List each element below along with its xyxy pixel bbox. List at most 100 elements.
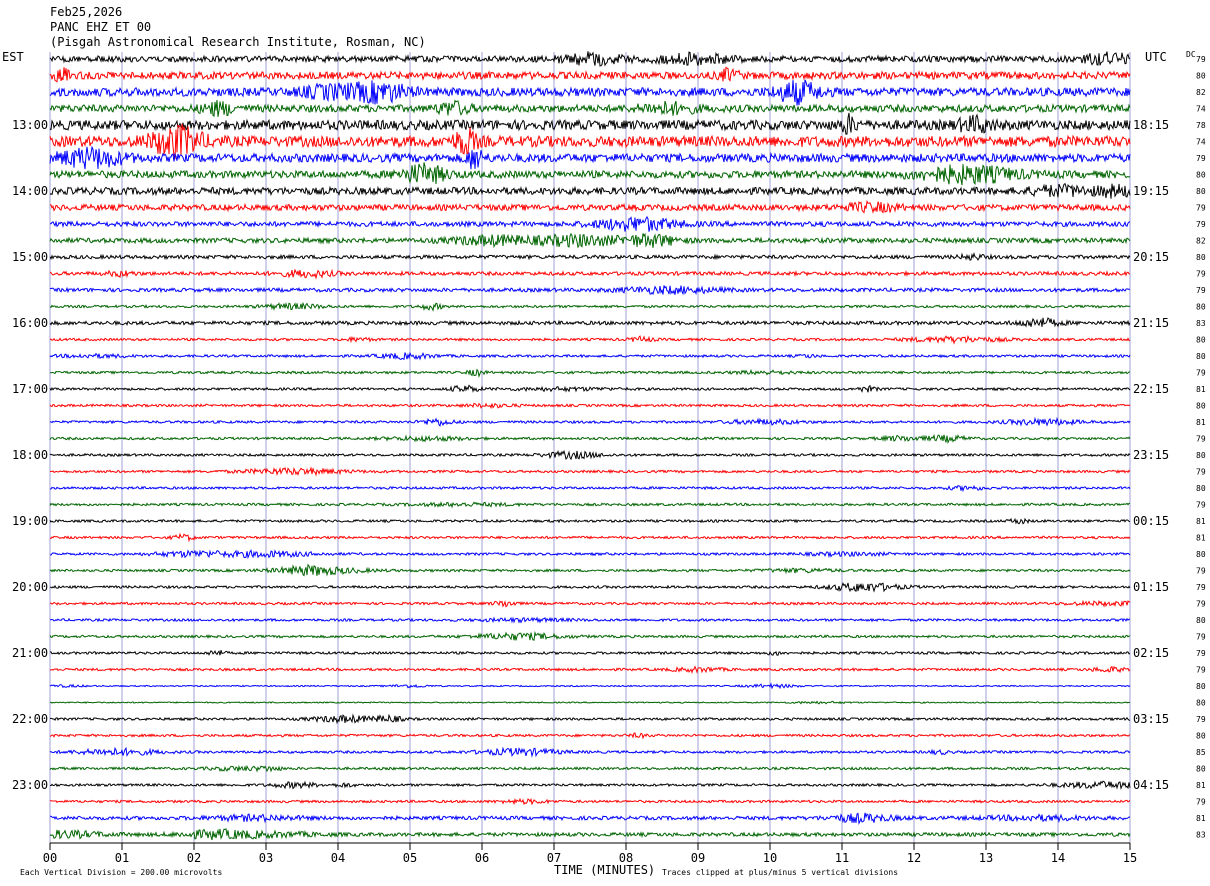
trace-24 (49, 433, 1131, 445)
trace-44 (49, 764, 1131, 773)
right-hour-label: 02:15 (1133, 646, 1169, 660)
trace-30 (49, 532, 1131, 543)
trace-27 (49, 484, 1131, 493)
trace-8 (49, 162, 1131, 186)
left-hour-labels: 13:00 14:00 15:00 16:00 17:00 18:00 19:00 20:00… (12, 118, 48, 792)
dc-value: 81 (1196, 781, 1206, 790)
x-tick-label: 05 (403, 851, 417, 865)
trace-23 (50, 416, 1131, 427)
dc-value: 79 (1196, 798, 1206, 807)
trace-11 (50, 215, 1131, 232)
dc-value: 79 (1196, 715, 1206, 724)
right-hour-label: 03:15 (1133, 712, 1169, 726)
x-axis-title: TIME (MINUTES) (554, 863, 655, 877)
trace-31 (50, 549, 1131, 560)
x-tick-label: 02 (187, 851, 201, 865)
right-hour-label: 01:15 (1133, 580, 1169, 594)
dc-value: 80 (1196, 682, 1206, 691)
trace-36 (49, 630, 1131, 641)
trace-48 (49, 828, 1131, 841)
dc-values: 79 80 82 74 78 74 79 80 80 79 79 82 80 79 79 80 83 80 80 79… (1196, 55, 1206, 840)
trace-32 (49, 563, 1131, 577)
trace-12 (49, 232, 1131, 249)
dc-value: 79 (1196, 666, 1206, 675)
trace-1 (49, 51, 1131, 67)
trace-14 (49, 268, 1131, 280)
trace-43 (49, 746, 1131, 758)
trace-33 (49, 582, 1131, 593)
left-hour-label: 15:00 (12, 250, 48, 264)
left-hour-label: 20:00 (12, 580, 48, 594)
right-hour-label: 20:15 (1133, 250, 1169, 264)
footer-clip-note: Traces clipped at plus/minus 5 vertical … (662, 868, 898, 877)
dc-value: 80 (1196, 187, 1206, 196)
dc-value: 79 (1196, 220, 1206, 229)
trace-4 (49, 99, 1131, 118)
trace-5 (49, 112, 1131, 135)
dc-value: 81 (1196, 517, 1206, 526)
x-tick-label: 10 (763, 851, 777, 865)
trace-16 (49, 301, 1131, 312)
dc-value: 74 (1196, 105, 1206, 114)
dc-value: 80 (1196, 765, 1206, 774)
dc-value: 79 (1196, 501, 1206, 510)
trace-13 (49, 251, 1131, 261)
dc-value: 80 (1196, 171, 1206, 180)
x-tick-label: 03 (259, 851, 273, 865)
dc-value: 81 (1196, 534, 1206, 543)
left-axis-label: EST (2, 50, 24, 64)
trace-38 (49, 665, 1131, 675)
station-location: (Pisgah Astronomical Research Institute,… (50, 35, 426, 49)
right-hour-label: 18:15 (1133, 118, 1169, 132)
dc-value: 81 (1196, 418, 1206, 427)
left-hour-label: 19:00 (12, 514, 48, 528)
dc-value: 81 (1196, 385, 1206, 394)
x-axis-ticks: 00 01 02 03 04 05 06 07 08 09 10 11 12 13 14 15 (43, 843, 1137, 865)
dc-value: 80 (1196, 303, 1206, 312)
trace-21 (49, 384, 1131, 393)
left-hour-label: 16:00 (12, 316, 48, 330)
right-hour-label: 23:15 (1133, 448, 1169, 462)
dc-value: 80 (1196, 616, 1206, 625)
trace-35 (50, 616, 1131, 624)
x-tick-label: 13 (979, 851, 993, 865)
dc-value: 79 (1196, 468, 1206, 477)
left-hour-label: 18:00 (12, 448, 48, 462)
x-tick-label: 04 (331, 851, 345, 865)
trace-10 (49, 199, 1131, 215)
dc-value: 79 (1196, 270, 1206, 279)
trace-7 (49, 145, 1131, 170)
dc-value: 82 (1196, 88, 1206, 97)
x-tick-label: 14 (1051, 851, 1065, 865)
dc-value: 80 (1196, 72, 1206, 81)
dc-value: 79 (1196, 435, 1206, 444)
right-hour-label: 22:15 (1133, 382, 1169, 396)
dc-value: 80 (1196, 402, 1206, 411)
dc-value: 79 (1196, 154, 1206, 163)
dc-value: 79 (1196, 204, 1206, 213)
dc-value: 79 (1196, 55, 1206, 64)
seismic-traces (49, 51, 1131, 841)
dc-value: 74 (1196, 138, 1206, 147)
dc-value: 80 (1196, 336, 1206, 345)
dc-value: 82 (1196, 237, 1206, 246)
trace-47 (50, 812, 1131, 825)
trace-26 (49, 466, 1131, 477)
trace-28 (49, 501, 1130, 509)
right-hour-label: 04:15 (1133, 778, 1169, 792)
trace-20 (49, 368, 1131, 378)
trace-37 (50, 650, 1131, 656)
x-tick-label: 00 (43, 851, 57, 865)
x-tick-label: 09 (691, 851, 705, 865)
dc-value: 83 (1196, 319, 1206, 328)
trace-29 (49, 517, 1131, 525)
trace-9 (49, 182, 1131, 199)
dc-value: 80 (1196, 484, 1206, 493)
dc-value: 80 (1196, 253, 1206, 262)
trace-41 (50, 713, 1131, 725)
dc-value: 80 (1196, 550, 1206, 559)
dc-value: 79 (1196, 286, 1206, 295)
left-hour-label: 22:00 (12, 712, 48, 726)
dc-label: DC (1186, 50, 1196, 59)
dc-value: 80 (1196, 732, 1206, 741)
